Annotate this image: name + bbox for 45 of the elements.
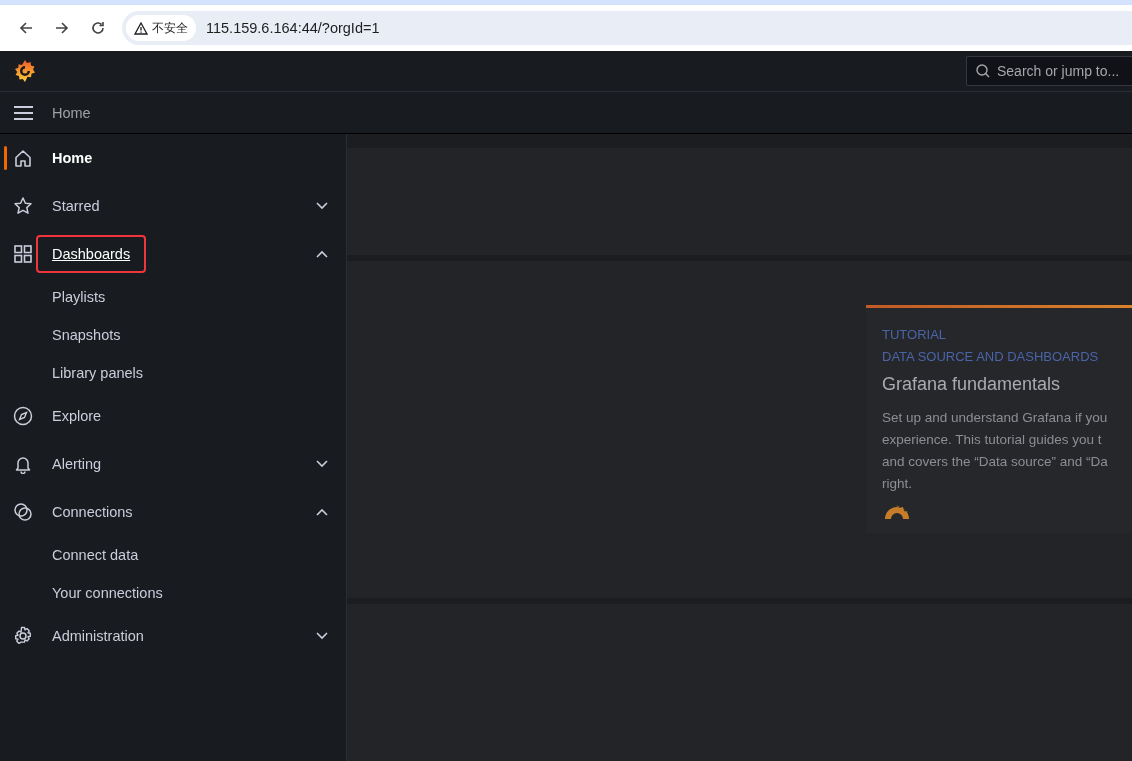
bell-icon — [13, 454, 33, 474]
star-icon — [13, 196, 33, 216]
address-bar[interactable]: 不安全 115.159.6.164:44/?orgId=1 — [122, 11, 1132, 45]
home-icon — [13, 148, 33, 168]
sidebar-item[interactable]: Alerting — [36, 445, 118, 483]
menu-button[interactable] — [13, 104, 34, 121]
sidebar-item[interactable]: Administration — [36, 617, 160, 655]
sidebar-subitem[interactable]: Library panels — [52, 365, 144, 381]
sidebar-item[interactable]: Connections — [36, 493, 149, 531]
grafana-logo-icon[interactable] — [13, 59, 37, 83]
chevron-down-icon[interactable] — [316, 632, 328, 640]
card-description-line: Set up and understand Grafana if you — [882, 408, 1109, 427]
search-icon — [975, 63, 991, 79]
search-field[interactable]: Search or jump to... — [966, 56, 1132, 86]
warning-icon — [134, 21, 148, 35]
sidebar-subitem[interactable]: Snapshots — [52, 327, 121, 343]
sidebar-subitem[interactable]: Playlists — [52, 289, 106, 305]
card-title: Grafana fundamentals — [882, 373, 1062, 395]
tutorial-label: TUTORIAL — [882, 325, 948, 344]
compass-icon — [13, 406, 33, 426]
sidebar-item[interactable]: Home — [36, 139, 109, 177]
back-icon — [18, 20, 34, 36]
rings-icon — [13, 502, 33, 522]
card-description-line: and covers the “Data source” and “Da — [882, 452, 1109, 471]
security-chip[interactable]: 不安全 — [126, 15, 196, 41]
grafana-logo-icon — [882, 504, 912, 519]
sidebar-item[interactable]: Explore — [36, 397, 118, 435]
forward-icon — [54, 20, 70, 36]
settings-icon — [13, 626, 33, 646]
chevron-down-icon[interactable] — [316, 460, 328, 468]
sidebar-item[interactable]: Dashboards — [36, 235, 147, 273]
chevron-up-icon[interactable] — [316, 250, 328, 258]
grid-icon — [13, 244, 33, 264]
sidebar-subitem[interactable]: Connect data — [52, 547, 139, 563]
breadcrumb-link[interactable]: Home — [52, 104, 91, 121]
card-description-line: right. — [882, 474, 913, 493]
category-label: DATA SOURCE AND DASHBOARDS — [882, 347, 1100, 366]
chevron-down-icon[interactable] — [316, 202, 328, 210]
sidebar-item[interactable]: Starred — [36, 187, 116, 225]
reload-icon — [90, 20, 106, 36]
card-description-line: experience. This tutorial guides you t — [882, 430, 1103, 449]
sidebar-subitem[interactable]: Your connections — [52, 585, 163, 601]
url-text: 115.159.6.164:44/?orgId=1 — [206, 20, 380, 36]
menu-icon — [13, 104, 34, 121]
chevron-up-icon[interactable] — [316, 508, 328, 516]
